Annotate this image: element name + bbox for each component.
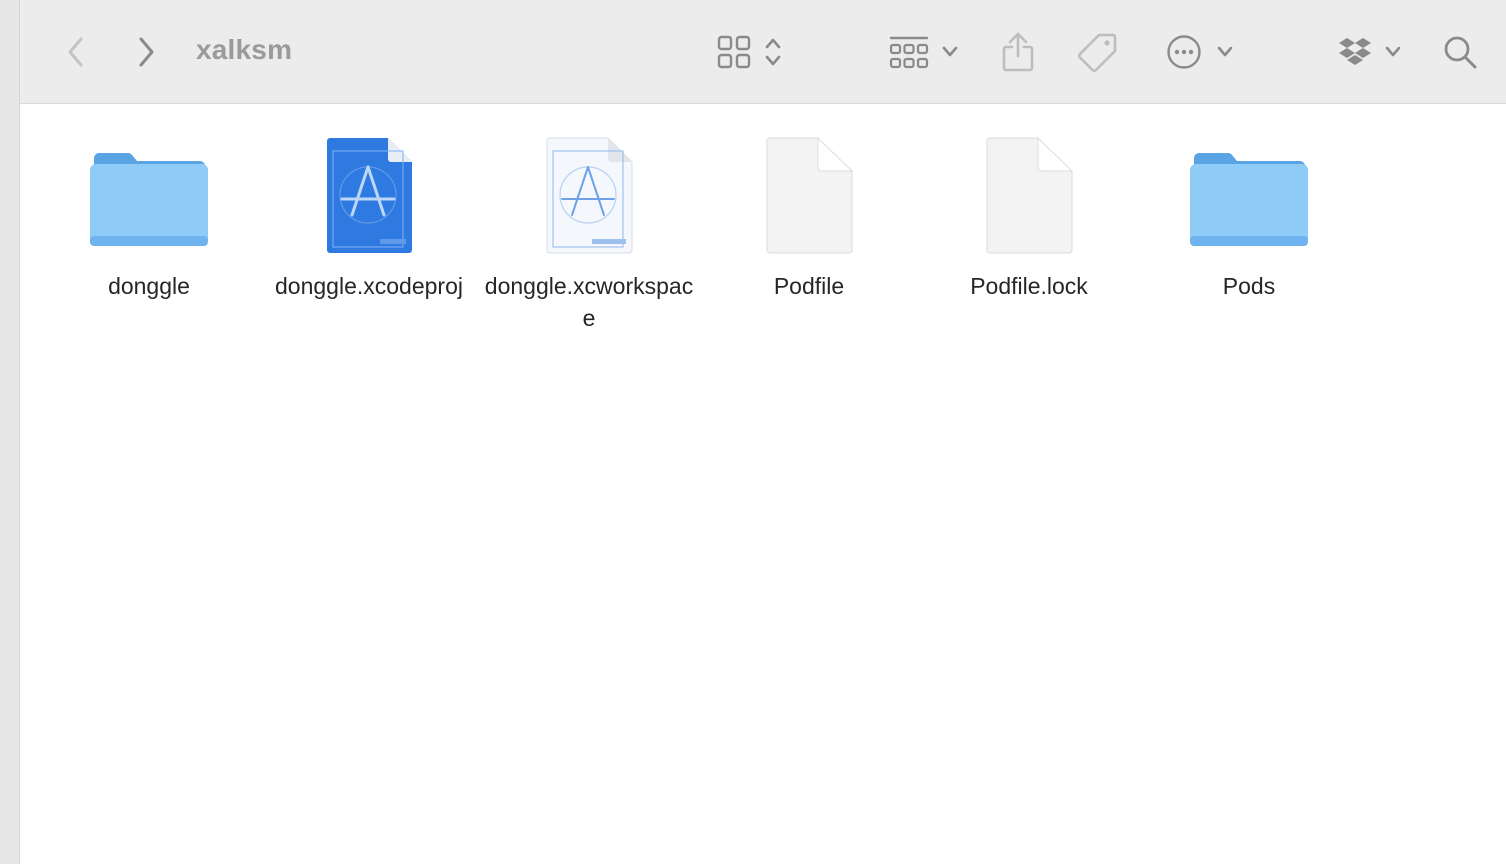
sidebar-edge bbox=[0, 0, 20, 864]
tag-icon bbox=[1078, 33, 1117, 72]
chevron-left-icon bbox=[68, 37, 83, 67]
file-name: donggle.xcodeproj bbox=[275, 273, 463, 299]
up-down-chevron-icon bbox=[765, 38, 781, 66]
forward-button[interactable] bbox=[126, 32, 166, 72]
file-name: Podfile bbox=[773, 273, 845, 299]
chevron-down-icon bbox=[942, 46, 958, 57]
file-grid: donggle donggle.xcodeproj donggle.xcwork… bbox=[20, 104, 1506, 864]
xcworkspace-icon bbox=[546, 137, 633, 254]
back-button[interactable] bbox=[56, 32, 96, 72]
chevron-down-icon bbox=[1385, 46, 1401, 57]
file-name: donggle.xcworkspace bbox=[484, 273, 694, 331]
search-button[interactable] bbox=[1438, 30, 1482, 74]
search-icon bbox=[1444, 36, 1477, 69]
window-title: xalksm bbox=[196, 34, 293, 65]
document-icon bbox=[986, 137, 1074, 254]
file-item-donggle-xcodeproj[interactable]: donggle.xcodeproj bbox=[262, 136, 476, 346]
tag-button[interactable] bbox=[1074, 28, 1122, 76]
file-item-pods[interactable]: Pods bbox=[1142, 136, 1356, 346]
chevron-down-icon bbox=[1217, 46, 1233, 57]
xcodeproj-icon bbox=[327, 138, 412, 253]
toolbar: xalksm bbox=[20, 0, 1506, 104]
finder-window: xalksm donggle donggle.xcodeproj donggle… bbox=[0, 0, 1506, 864]
file-item-donggle-xcworkspace[interactable]: donggle.xcworkspace bbox=[482, 136, 696, 346]
file-name: donggle bbox=[108, 273, 190, 299]
folder-icon bbox=[90, 153, 208, 246]
file-item-donggle[interactable]: donggle bbox=[42, 136, 256, 346]
share-icon bbox=[1002, 32, 1034, 72]
file-item-podfile-lock[interactable]: Podfile.lock bbox=[922, 136, 1136, 346]
file-name: Pods bbox=[1222, 273, 1276, 299]
folder-icon bbox=[1190, 153, 1308, 246]
dropbox-icon bbox=[1339, 38, 1371, 65]
file-item-podfile[interactable]: Podfile bbox=[702, 136, 916, 346]
view-mode-button[interactable] bbox=[710, 30, 790, 74]
ellipsis-circle-icon bbox=[1167, 35, 1201, 69]
share-button[interactable] bbox=[994, 28, 1042, 76]
group-icon bbox=[889, 36, 929, 69]
file-name: Podfile.lock bbox=[970, 273, 1088, 299]
chevron-right-icon bbox=[139, 37, 154, 67]
more-actions-button[interactable] bbox=[1160, 30, 1240, 74]
grid-view-icon bbox=[717, 35, 751, 69]
group-button[interactable] bbox=[884, 30, 964, 74]
document-icon bbox=[766, 137, 854, 254]
dropbox-button[interactable] bbox=[1332, 30, 1408, 74]
